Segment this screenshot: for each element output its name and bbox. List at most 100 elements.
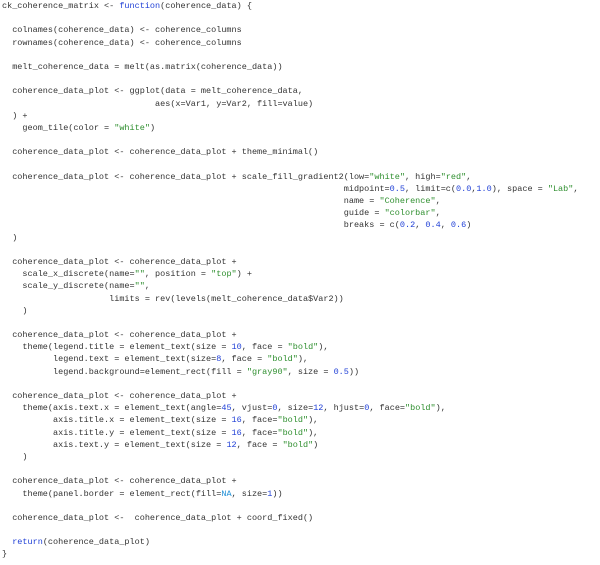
code-token: , size= [277,403,314,414]
code-token: ) + [236,269,252,280]
code-token: axis.title.y = element_text(size = [2,427,232,438]
code-line: legend.background=element_rect(fill = "g… [2,366,600,378]
code-token-number: 12 [313,403,324,414]
code-token: ), [297,354,309,365]
code-token-string: "white" [369,171,405,182]
code-token: ) [2,232,18,243]
code-token: , [435,196,441,206]
code-token: , face = [236,439,283,450]
code-token: axis.text.y = element_text(size = [2,439,227,450]
code-token-string: "red" [440,171,467,182]
code-token: )) [272,488,283,499]
code-token: ) [2,451,28,462]
code-token: , face = [221,354,268,365]
code-token: geom_tile(color = [2,122,115,133]
code-token: coherence_data_plot <- coherence_data_pl… [2,147,319,158]
code-line: return(coherence_data_plot) [2,536,600,548]
code-token: coherence_data_plot <- coherence_data_pl… [2,512,314,523]
code-line: coherence_data_plot <- coherence_data_pl… [2,512,600,524]
code-token: , hjust= [323,403,365,414]
code-token: legend.background=element_rect(fill = [2,366,247,377]
code-token: , face = [241,342,288,353]
code-token: ), [308,415,319,426]
code-token: midpoint= [2,183,390,194]
code-line: limits = rev(levels(melt_coherence_data$… [2,293,600,305]
code-token: , [144,281,150,292]
code-token-keyword: return [12,537,43,548]
code-token-number: 0.5 [389,183,405,194]
code-line: aes(x=Var1, y=Var2, fill=value) [2,98,600,110]
code-token: (coherence_data) { [160,1,252,11]
code-token-string: "top" [211,269,237,280]
code-token: coherence_data_plot <- coherence_data_pl… [2,256,237,267]
code-line: coherence_data_plot <- coherence_data_pl… [2,329,600,341]
code-line: coherence_data_plot <- coherence_data_pl… [2,475,600,487]
code-token-string: "bold" [277,427,309,438]
code-token: , [440,220,451,231]
code-editor[interactable]: ck_coherence_matrix <- function(coherenc… [2,0,600,565]
code-line: theme(panel.border = element_rect(fill=N… [2,488,600,500]
code-token: aes(x=Var1, y=Var2, fill=value) [2,98,314,109]
code-token: ck_coherence_matrix <- [2,1,120,11]
code-token: breaks = c( [2,220,400,231]
code-token-number: 0.5 [333,366,349,377]
code-line: theme(axis.text.x = element_text(angle=4… [2,402,600,414]
code-token-number: 10 [231,342,242,353]
code-token: legend.text = element_text(size= [2,354,217,365]
code-token-string: "bold" [405,403,436,414]
code-token-number: 16 [231,427,242,438]
code-token: } [2,549,8,560]
code-token-number: 1.0 [476,183,492,194]
code-token: coherence_data_plot <- coherence_data_pl… [2,171,370,182]
code-line: axis.title.y = element_text(size = 16, f… [2,427,600,439]
code-line: rownames(coherence_data) <- coherence_co… [2,37,600,49]
code-token: ) [149,122,156,133]
code-token: , high= [404,171,441,182]
code-token: ) [466,220,472,231]
code-token-number: 12 [226,439,237,450]
code-token-string: "bold" [282,439,314,450]
code-line: ) [2,451,600,463]
code-line: coherence_data_plot <- coherence_data_pl… [2,171,600,183]
code-line: axis.text.y = element_text(size = 12, fa… [2,439,600,451]
code-line: scale_x_discrete(name="", position = "to… [2,268,600,280]
code-token: colnames(coherence_data) <- coherence_co… [2,25,242,36]
code-token: theme(axis.text.x = element_text(angle= [2,403,222,414]
code-token: , face= [369,403,406,414]
code-token: , size = [287,366,334,377]
code-line: coherence_data_plot <- coherence_data_pl… [2,146,600,158]
code-token: coherence_data_plot <- coherence_data_pl… [2,330,237,341]
code-line: name = "Coherence", [2,195,600,207]
code-line: colnames(coherence_data) <- coherence_co… [2,24,600,36]
code-token: ) [313,439,319,450]
code-token: ) + [2,110,28,121]
code-line: coherence_data_plot <- coherence_data_pl… [2,256,600,268]
code-token: axis.title.x = element_text(size = [2,415,232,426]
code-token: limits = rev(levels(melt_coherence_data$… [2,293,344,304]
code-token-string: "bold" [277,415,309,426]
code-token-keyword: function [119,1,161,11]
code-line: ck_coherence_matrix <- function(coherenc… [2,0,600,12]
code-token: guide = [2,208,385,219]
code-token: , size= [231,488,268,499]
code-token: ), [435,403,446,414]
code-token: ), [318,342,329,353]
code-token: , face= [241,427,278,438]
code-token: , limit=c( [404,183,456,194]
code-token-number: 45 [221,403,232,414]
code-token-string: "" [134,269,145,280]
code-token: theme(panel.border = element_rect(fill= [2,488,222,499]
code-line: axis.title.x = element_text(size = 16, f… [2,414,600,426]
code-token: scale_x_discrete(name= [2,269,135,280]
code-token: melt_coherence_data = melt(as.matrix(coh… [2,61,283,72]
code-token: coherence_data_plot <- coherence_data_pl… [2,476,237,487]
code-token: name = [2,196,380,206]
